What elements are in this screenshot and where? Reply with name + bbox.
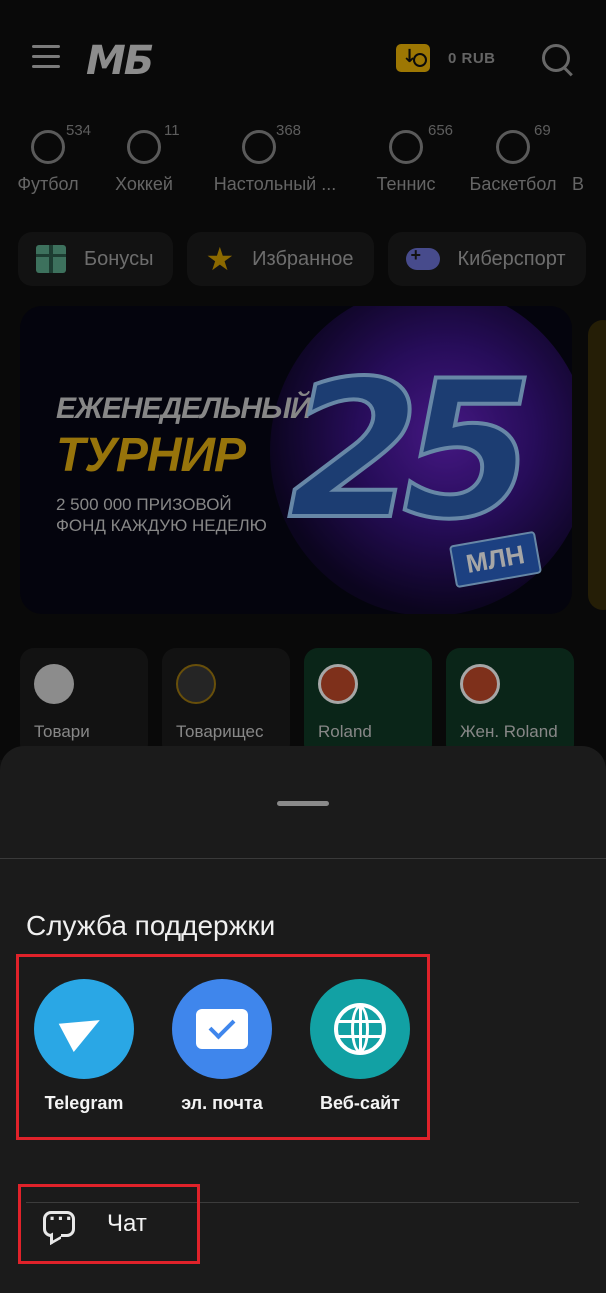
contact-label: Веб-сайт [319,1093,400,1113]
modal-backdrop[interactable] [0,0,606,760]
email-button[interactable]: эл. почта [157,979,287,1114]
contact-options: Telegram эл. почта Веб-сайт [16,954,430,1140]
divider [0,858,606,859]
drag-handle[interactable] [277,801,329,806]
sheet-title: Служба поддержки [26,910,276,941]
telegram-button[interactable]: Telegram [19,979,149,1114]
chat-bubble-icon [43,1206,75,1237]
chat-button[interactable]: Чат [18,1184,200,1264]
mail-icon [172,979,272,1079]
globe-icon [310,979,410,1079]
chat-label: Чат [107,1210,147,1237]
telegram-icon [34,979,134,1079]
website-button[interactable]: Веб-сайт [295,979,425,1114]
contact-label: Telegram [44,1093,124,1113]
contact-label: эл. почта [181,1093,263,1113]
support-bottom-sheet: Служба поддержки Telegram эл. почта Веб-… [0,746,606,1293]
